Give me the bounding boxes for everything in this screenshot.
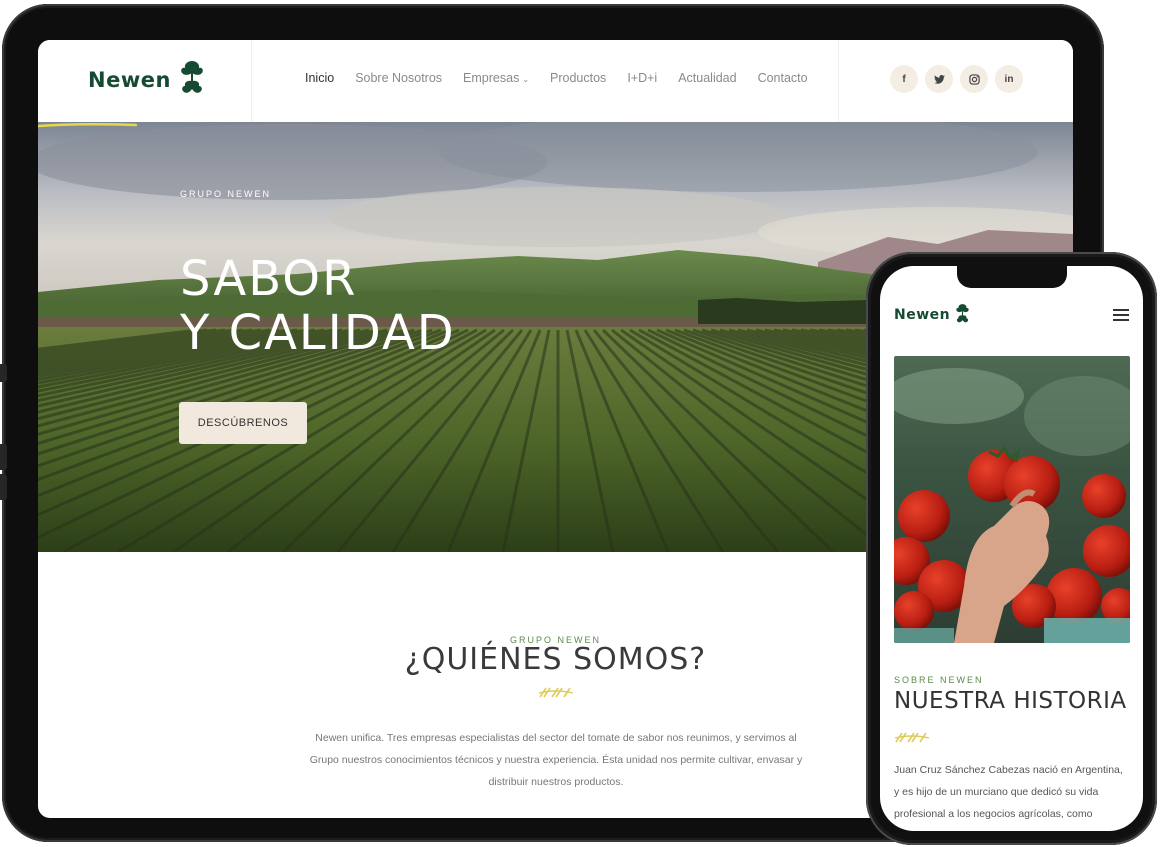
leaf-logo-icon bbox=[956, 304, 969, 323]
section-paragraph: Juan Cruz Sánchez Cabezas nació en Argen… bbox=[894, 764, 1123, 820]
social-links: f in bbox=[890, 65, 1023, 93]
nav-item-actualidad[interactable]: Actualidad bbox=[678, 71, 736, 85]
nav-item-sobre-nosotros[interactable]: Sobre Nosotros bbox=[355, 71, 442, 85]
section-title: NUESTRA HISTORIA bbox=[894, 688, 1127, 714]
logo-wordmark: Newen bbox=[88, 68, 171, 92]
nav-item-label: Empresas bbox=[463, 71, 520, 85]
tablet-button bbox=[0, 444, 7, 470]
phone-device: Newen SOBRE NEWEN NUESTRA HISTORIA Juan … bbox=[866, 252, 1157, 845]
instagram-icon[interactable] bbox=[960, 65, 988, 93]
nav-item-inicio[interactable]: Inicio bbox=[305, 71, 334, 85]
hero-eyebrow: GRUPO NEWEN bbox=[180, 189, 272, 199]
linkedin-icon[interactable]: in bbox=[995, 65, 1023, 93]
nav-item-contacto[interactable]: Contacto bbox=[758, 71, 808, 85]
logo-wordmark: Newen bbox=[894, 307, 951, 323]
leaves-decoration-icon bbox=[894, 732, 930, 743]
phone-screen: Newen SOBRE NEWEN NUESTRA HISTORIA Juan … bbox=[880, 266, 1143, 831]
nav-item-idi[interactable]: I+D+i bbox=[627, 71, 657, 85]
chevron-down-icon: ⌄ bbox=[522, 75, 530, 84]
main-nav: Inicio Sobre Nosotros Empresas ⌄ Producto… bbox=[305, 71, 808, 85]
hero-title: SABOR Y CALIDAD bbox=[180, 252, 456, 360]
site-logo[interactable]: Newen bbox=[88, 58, 205, 102]
section-paragraph: Newen unifica. Tres empresas especialist… bbox=[309, 732, 803, 788]
nav-item-empresas[interactable]: Empresas ⌄ bbox=[463, 71, 529, 85]
section-eyebrow: SOBRE NEWEN bbox=[894, 675, 984, 685]
twitter-icon[interactable] bbox=[925, 65, 953, 93]
site-header: Newen Inicio Sobre Nosotros Empresas ⌄ Pr… bbox=[38, 40, 1073, 123]
tomato-hand-image bbox=[894, 356, 1130, 643]
header-divider bbox=[251, 40, 252, 122]
phone-notch bbox=[957, 266, 1067, 288]
tablet-button bbox=[0, 474, 7, 500]
tablet-button bbox=[0, 364, 7, 382]
leaf-logo-icon bbox=[181, 61, 203, 93]
header-divider bbox=[838, 40, 839, 122]
site-logo[interactable]: Newen bbox=[894, 303, 970, 327]
hamburger-menu-icon[interactable] bbox=[1113, 309, 1129, 324]
leaves-decoration-icon bbox=[538, 687, 574, 698]
nav-item-productos[interactable]: Productos bbox=[550, 71, 606, 85]
discover-button[interactable]: DESCÚBRENOS bbox=[179, 402, 307, 444]
hero-title-line: SABOR bbox=[180, 251, 358, 307]
hero-title-line: Y CALIDAD bbox=[180, 305, 456, 361]
yellow-underline-decoration bbox=[38, 122, 138, 128]
facebook-icon[interactable]: f bbox=[890, 65, 918, 93]
